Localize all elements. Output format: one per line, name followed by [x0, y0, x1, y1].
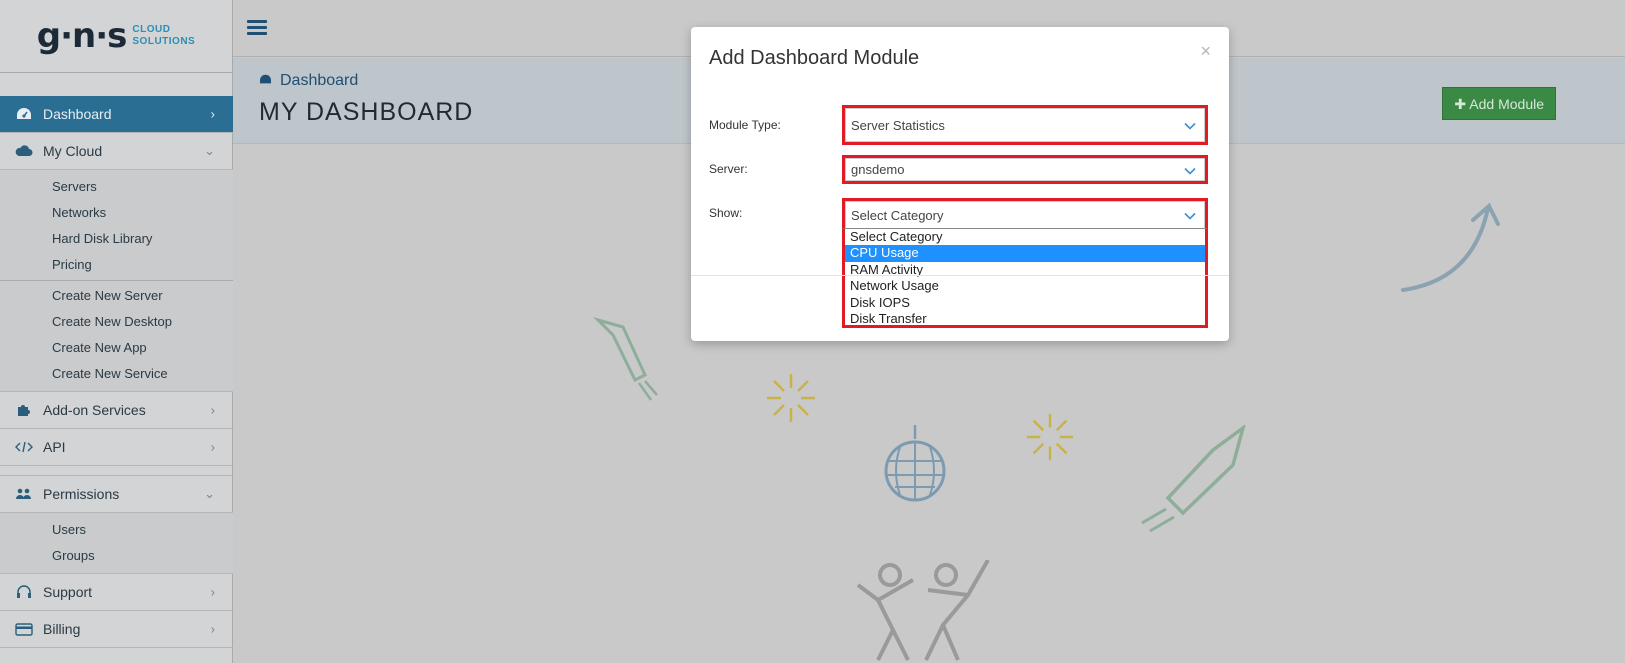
chevron-right-icon: › [210, 621, 215, 637]
add-dashboard-module-modal: Add Dashboard Module × Module Type: Serv… [691, 27, 1229, 341]
arrow-decoration-icon [1401, 202, 1500, 292]
option-cpu-usage[interactable]: CPU Usage [845, 245, 1205, 262]
add-module-label: Add Module [1469, 96, 1544, 112]
code-icon [14, 437, 34, 457]
sidebar-item-pricing[interactable]: Pricing [0, 252, 233, 278]
breadcrumb[interactable]: Dashboard [259, 72, 358, 90]
sidebar: g·n·s CLOUD SOLUTIONS Dashboard › My Clo… [0, 0, 233, 663]
sidebar-item-label: Dashboard [43, 106, 112, 122]
cloud-icon [14, 141, 34, 161]
show-select[interactable]: Select Category [842, 198, 1208, 229]
chevron-down-icon [1184, 208, 1196, 223]
chevron-right-icon: › [210, 106, 215, 122]
sidebar-item-support[interactable]: Support › [0, 574, 233, 611]
page-title: MY DASHBOARD [259, 98, 474, 126]
credit-card-icon [14, 619, 34, 639]
sidebar-item-label: My Cloud [43, 143, 103, 159]
breadcrumb-label: Dashboard [280, 72, 359, 89]
server-value: gnsdemo [851, 162, 905, 177]
chevron-down-icon [1184, 118, 1196, 133]
sidebar-item-create-new-service[interactable]: Create New Service [0, 361, 233, 387]
server-label: Server: [709, 162, 748, 176]
close-icon[interactable]: × [1200, 41, 1211, 62]
sidebar-nav: Dashboard › My Cloud ⌄ Servers Networks … [0, 96, 233, 648]
chevron-down-icon: ⌄ [204, 486, 215, 501]
sidebar-item-label: API [43, 439, 66, 455]
show-label: Show: [709, 206, 743, 220]
sidebar-item-label: Billing [43, 621, 81, 637]
option-disk-transfer[interactable]: Disk Transfer [845, 311, 1205, 327]
option-select-category[interactable]: Select Category [845, 229, 1205, 245]
disco-ball-decoration-icon [884, 425, 946, 502]
add-module-button[interactable]: ✚ Add Module [1442, 87, 1556, 120]
modal-footer-divider [691, 275, 1229, 276]
nav-spacer [0, 466, 233, 476]
sidebar-item-label: Permissions [43, 486, 120, 502]
sidebar-item-create-new-desktop[interactable]: Create New Desktop [0, 309, 233, 335]
permissions-submenu: Users Groups [0, 513, 233, 574]
chevron-right-icon: › [210, 584, 215, 600]
rocket-decoration-icon [593, 317, 658, 401]
sidebar-item-hard-disk-library[interactable]: Hard Disk Library [0, 226, 233, 252]
module-type-value: Server Statistics [851, 117, 945, 133]
sidebar-item-create-new-app[interactable]: Create New App [0, 335, 233, 361]
brand-line-2: SOLUTIONS [132, 36, 196, 47]
sidebar-item-groups[interactable]: Groups [0, 543, 233, 569]
sidebar-item-create-new-server[interactable]: Create New Server [0, 283, 233, 309]
menu-toggle-icon[interactable] [247, 20, 267, 36]
sidebar-item-add-on-services[interactable]: Add-on Services › [0, 392, 233, 429]
sidebar-item-my-cloud[interactable]: My Cloud ⌄ [0, 133, 233, 170]
module-type-label: Module Type: [709, 118, 781, 132]
module-type-select[interactable]: Server Statistics [842, 105, 1208, 145]
chevron-down-icon: ⌄ [204, 143, 215, 158]
sidebar-item-billing[interactable]: Billing › [0, 611, 233, 648]
firework-decoration-icon [1026, 413, 1074, 461]
option-network-usage[interactable]: Network Usage [845, 278, 1205, 294]
brand-line-1: CLOUD [132, 24, 171, 35]
dashboard-icon [14, 104, 34, 124]
sidebar-item-label: Support [43, 584, 93, 600]
option-disk-iops[interactable]: Disk IOPS [845, 295, 1205, 311]
sidebar-item-permissions[interactable]: Permissions ⌄ [0, 476, 233, 513]
plus-icon: ✚ [1454, 96, 1467, 112]
brand-logo[interactable]: g·n·s CLOUD SOLUTIONS [0, 0, 232, 73]
chevron-right-icon: › [210, 402, 215, 418]
sidebar-item-api[interactable]: API › [0, 429, 233, 466]
sidebar-item-networks[interactable]: Networks [0, 200, 233, 226]
show-dropdown-list: Select Category CPU Usage RAM Activity N… [842, 228, 1208, 328]
chevron-down-icon [1184, 162, 1196, 177]
brand-mark: g·n·s [36, 16, 128, 56]
show-value: Select Category [851, 207, 944, 223]
users-icon [14, 484, 34, 504]
chevron-right-icon: › [210, 439, 215, 455]
server-select[interactable]: gnsdemo [842, 155, 1208, 184]
brand-tagline: CLOUD SOLUTIONS [132, 24, 195, 48]
sidebar-item-label: Add-on Services [43, 402, 146, 418]
submenu-divider [0, 280, 233, 281]
rocket-decoration-icon [1141, 425, 1246, 533]
dashboard-icon [259, 72, 272, 90]
my-cloud-submenu: Servers Networks Hard Disk Library Prici… [0, 170, 233, 392]
dancers-decoration-icon [856, 560, 990, 661]
sidebar-item-users[interactable]: Users [0, 517, 233, 543]
headset-icon [14, 582, 34, 602]
sidebar-item-servers[interactable]: Servers [0, 174, 233, 200]
sidebar-item-dashboard[interactable]: Dashboard › [0, 96, 233, 133]
firework-decoration-icon [767, 374, 815, 422]
modal-title: Add Dashboard Module [709, 47, 920, 69]
puzzle-icon [14, 400, 34, 420]
